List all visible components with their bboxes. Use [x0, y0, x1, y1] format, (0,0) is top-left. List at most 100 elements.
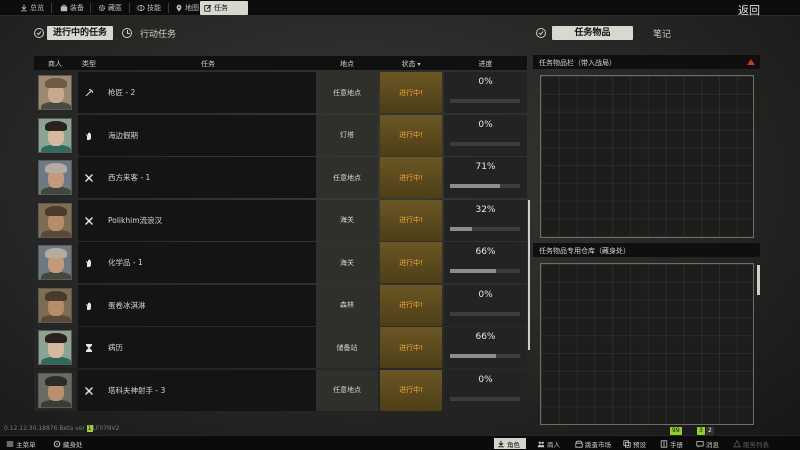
clock-icon: [122, 28, 132, 38]
quest-table: 商人 类型 任务 地点 状态 ▾ 进度 枪匠 - 2 任意地点 进行中! 0%: [34, 56, 527, 414]
trader-portrait: [38, 245, 72, 280]
tab-overview[interactable]: 总览: [16, 1, 48, 15]
quest-status: 进行中!: [380, 327, 442, 368]
progress-percent: 0%: [478, 374, 493, 385]
briefcase-icon: [60, 4, 68, 12]
top-nav-bar: 总览 装备 藏匿 技能 地图 任务 返回: [0, 0, 800, 18]
bottom-bar: 主菜单 藏身处 角色 商人 跳蚤市场 预设 手册 消息 服务列表: [0, 435, 800, 450]
presets-button[interactable]: 预设: [620, 438, 649, 449]
server-list-button[interactable]: 服务列表: [730, 438, 772, 449]
quest-type-cell: [78, 114, 100, 156]
quest-location: 森林: [316, 284, 378, 326]
quest-name: 病历: [100, 327, 316, 368]
quest-status: 进行中!: [380, 369, 442, 411]
quest-location: 海关: [316, 199, 378, 241]
quest-items-grid[interactable]: [540, 75, 754, 238]
quest-type-cell: [78, 72, 100, 113]
quest-progress-cell: 0%: [444, 72, 527, 113]
quest-location: 任意地点: [316, 369, 378, 411]
header-quest[interactable]: 任务: [100, 59, 316, 69]
download-icon: [21, 4, 27, 12]
header-trader[interactable]: 商人: [34, 59, 76, 69]
hand-icon: [84, 126, 94, 145]
trader-portrait: [38, 287, 72, 323]
header-type[interactable]: 类型: [78, 59, 100, 69]
quest-stash-panel-header: 任务物品专用仓库（藏身处）: [533, 243, 760, 257]
hideout-button[interactable]: 藏身处: [50, 438, 86, 449]
quest-row[interactable]: 蛋卷冰淇淋 森林 进行中! 0%: [34, 284, 527, 327]
tab-skills[interactable]: 技能: [133, 1, 165, 15]
quest-name: 蛋卷冰淇淋: [100, 284, 316, 326]
tab-hideout[interactable]: 藏匿: [94, 1, 126, 15]
trader-cell: [34, 284, 76, 326]
quest-location: 任意地点: [316, 72, 378, 113]
quest-name: 塔科夫神射手 - 3: [100, 369, 316, 411]
download-icon: [498, 440, 504, 447]
tab-skills-label: 技能: [147, 4, 161, 12]
quest-status: 进行中!: [380, 114, 442, 156]
progress-fill: [450, 269, 496, 273]
server-icon: [733, 439, 741, 447]
progress-fill: [450, 226, 472, 231]
quest-status: 进行中!: [380, 72, 442, 113]
checkmark-icon: [536, 28, 546, 38]
tab-tasks[interactable]: 任务: [200, 1, 248, 15]
quest-type-cell: [78, 242, 100, 283]
trader-cell: [34, 369, 76, 411]
tab-active-quests[interactable]: 进行中的任务: [47, 26, 114, 40]
progress-percent: 0%: [478, 119, 493, 130]
quest-rows: 枪匠 - 2 任意地点 进行中! 0% 海边假期 灯塔 进行中! 0% 西方来客…: [34, 72, 527, 412]
hand-icon: [84, 253, 94, 272]
tab-operational-quests[interactable]: 行动任务: [140, 27, 176, 40]
gear-icon: [98, 4, 106, 12]
trader-portrait: [38, 117, 72, 153]
tab-notes[interactable]: 笔记: [653, 27, 671, 40]
back-button[interactable]: 返回: [738, 2, 760, 18]
header-status[interactable]: 状态 ▾: [380, 59, 442, 69]
progress-bar: [450, 226, 520, 231]
quest-row[interactable]: 病历 储备站 进行中! 66%: [34, 327, 527, 369]
quest-row[interactable]: 西方来客 - 1 任意地点 进行中! 71%: [34, 157, 527, 199]
quest-name: 化学品 - 1: [100, 242, 316, 283]
stash-scrollbar[interactable]: [757, 265, 760, 295]
tab-quest-items[interactable]: 任务物品: [552, 26, 633, 40]
progress-bar: [450, 354, 520, 358]
progress-bar: [450, 99, 520, 103]
quest-stash-grid[interactable]: [540, 263, 754, 425]
quest-table-scrollbar[interactable]: [528, 200, 530, 350]
character-button[interactable]: 角色: [494, 438, 526, 449]
stat-green-badge: 99: [670, 427, 682, 435]
header-progress[interactable]: 进度: [444, 59, 527, 69]
quest-items-panel-header: 任务物品栏（带入战局）: [533, 55, 760, 69]
quest-progress-cell: 0%: [444, 369, 527, 411]
stat-value-badge: 3: [697, 427, 705, 435]
main-menu-button[interactable]: 主菜单: [3, 438, 39, 449]
menu-icon: [6, 441, 14, 446]
traders-button[interactable]: 商人: [534, 438, 563, 449]
quest-row[interactable]: 化学品 - 1 海关 进行中! 66%: [34, 242, 527, 284]
people-icon: [537, 441, 545, 447]
tab-map[interactable]: 地图: [171, 1, 203, 15]
quest-row[interactable]: 海边假期 灯塔 进行中! 0%: [34, 114, 527, 157]
quest-row[interactable]: Polikhim流浪汉 海关 进行中! 32%: [34, 199, 527, 242]
trader-cell: [34, 114, 76, 156]
progress-percent: 71%: [475, 162, 496, 172]
tab-gear[interactable]: 装备: [56, 1, 88, 15]
quest-row[interactable]: 塔科夫神射手 - 3 任意地点 进行中! 0%: [34, 369, 527, 412]
message-icon: [696, 440, 704, 448]
quest-status: 进行中!: [380, 199, 442, 241]
quest-status: 进行中!: [380, 157, 442, 198]
quest-row[interactable]: 枪匠 - 2 任意地点 进行中! 0%: [34, 72, 527, 114]
warning-icon: [747, 59, 755, 65]
flea-market-button[interactable]: 跳蚤市场: [572, 438, 614, 449]
checkmark-icon: [34, 28, 44, 38]
quest-status: 进行中!: [380, 242, 442, 283]
crossed-swords-icon: [84, 168, 94, 187]
handbook-button[interactable]: 手册: [657, 438, 686, 449]
header-location[interactable]: 地点: [316, 59, 378, 69]
progress-percent: 32%: [475, 204, 496, 215]
quest-progress-cell: 0%: [444, 284, 527, 326]
progress-percent: 66%: [475, 247, 496, 257]
messages-button[interactable]: 消息: [693, 438, 722, 449]
market-icon: [575, 440, 583, 448]
